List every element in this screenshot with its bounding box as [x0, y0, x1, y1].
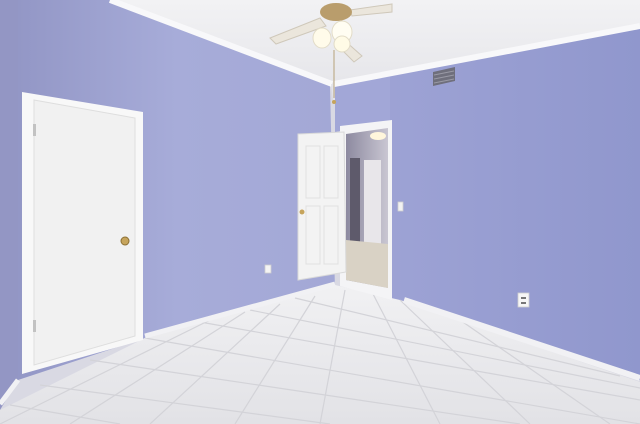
- open-door[interactable]: [297, 131, 347, 281]
- fan-light-left: [312, 27, 332, 49]
- room-illustration: [0, 0, 640, 424]
- fan-light-back: [333, 35, 351, 53]
- hallway-doorway: [340, 120, 392, 300]
- light-switch-icon[interactable]: [397, 201, 404, 212]
- hallway-floor: [346, 240, 388, 288]
- closet-door-panel[interactable]: [33, 99, 136, 366]
- door-knob-icon[interactable]: [120, 236, 130, 246]
- far-left-wall: [0, 0, 18, 410]
- hinge-top: [33, 124, 36, 136]
- hallway-far-door: [364, 160, 381, 246]
- room-photo: [0, 0, 640, 424]
- power-outlet-icon: [264, 264, 272, 274]
- hallway-ceiling-light: [370, 132, 386, 140]
- power-outlet-icon: [517, 292, 530, 308]
- open-door-panel[interactable]: [297, 131, 347, 281]
- door-knob-icon[interactable]: [299, 209, 305, 215]
- fan-pull-chain-end[interactable]: [332, 100, 336, 104]
- fan-motor: [320, 3, 352, 21]
- closet-door[interactable]: [22, 92, 143, 374]
- hallway-dark-opening: [350, 158, 360, 244]
- hinge-bottom: [33, 320, 36, 332]
